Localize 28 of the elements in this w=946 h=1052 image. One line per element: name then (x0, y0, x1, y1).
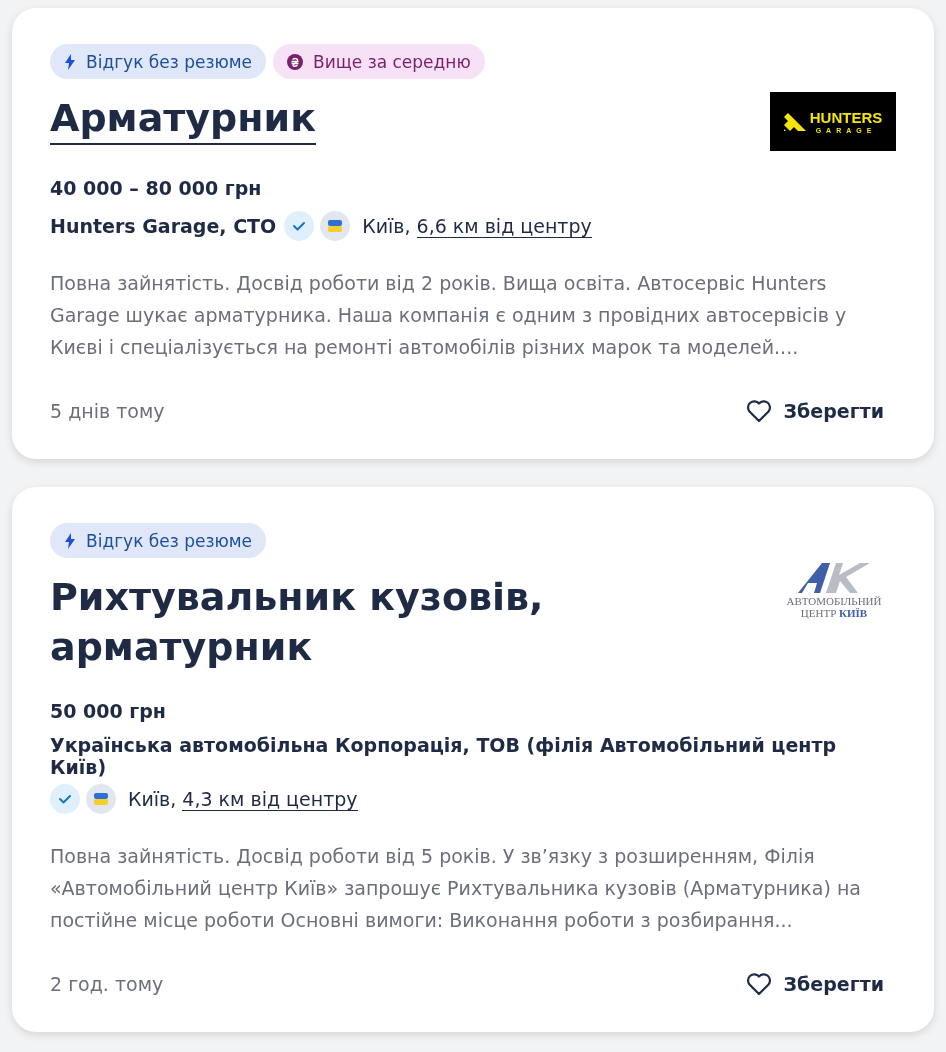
posted-time: 5 днів тому (50, 400, 165, 422)
tag: Відгук без резюме (50, 523, 267, 558)
logo-text: АВТОМОБІЛЬНИЙ (786, 595, 882, 608)
posted-time: 2 год. тому (50, 973, 164, 995)
heart-icon (745, 399, 772, 423)
save-button[interactable]: Зберегти (733, 966, 896, 1002)
letters-mark-icon (796, 561, 872, 595)
distance-link[interactable]: 4,3 км від центру (182, 787, 358, 811)
job-title-link[interactable]: Арматурник (50, 93, 316, 145)
save-button[interactable]: Зберегти (733, 393, 896, 429)
heart-icon (745, 972, 772, 996)
company-name: Hunters Garage, СТО (50, 215, 277, 237)
hryvnia-icon (287, 53, 304, 70)
tag: Вище за середню (273, 44, 485, 79)
distance-link[interactable]: 6,6 км від центру (416, 214, 592, 238)
lightning-icon (64, 532, 76, 549)
company-name: Українська автомобільна Корпорація, ТОВ (філія Автомобільний центр Київ) (50, 734, 838, 778)
lightning-icon (64, 53, 76, 70)
city: Київ, (362, 215, 411, 237)
salary: 50 000 грн (50, 700, 167, 722)
logo-text: ЦЕНТР КИЇВ (800, 607, 868, 620)
tag: Відгук без резюме (50, 44, 267, 79)
description: Повна зайнятість. Досвід роботи від 2 років. Вища освіта. Автосервіс Hunters Garage шукає арматурника. Наша компанія є одним з провідних автосервісів у Києві і спеціалізується на ремонті автомобілів різних марок та моделей.... (50, 271, 848, 360)
logo-text: HUNTERS (809, 109, 883, 125)
job-title-link[interactable]: Рихтувальник кузовів, арматурник (50, 572, 772, 674)
salary: 40 000 – 80 000 грн (50, 177, 263, 199)
description: Повна зайнятість. Досвід роботи від 5 років. У зв’язку з розширенням, Філія «Автомобільний центр Київ» запрошує Рихтувальника кузовів (Арматурника) на постійне місце роботи Основні вимоги: Виконання роботи з розбирання... (50, 844, 862, 933)
city: Київ, (128, 788, 177, 810)
